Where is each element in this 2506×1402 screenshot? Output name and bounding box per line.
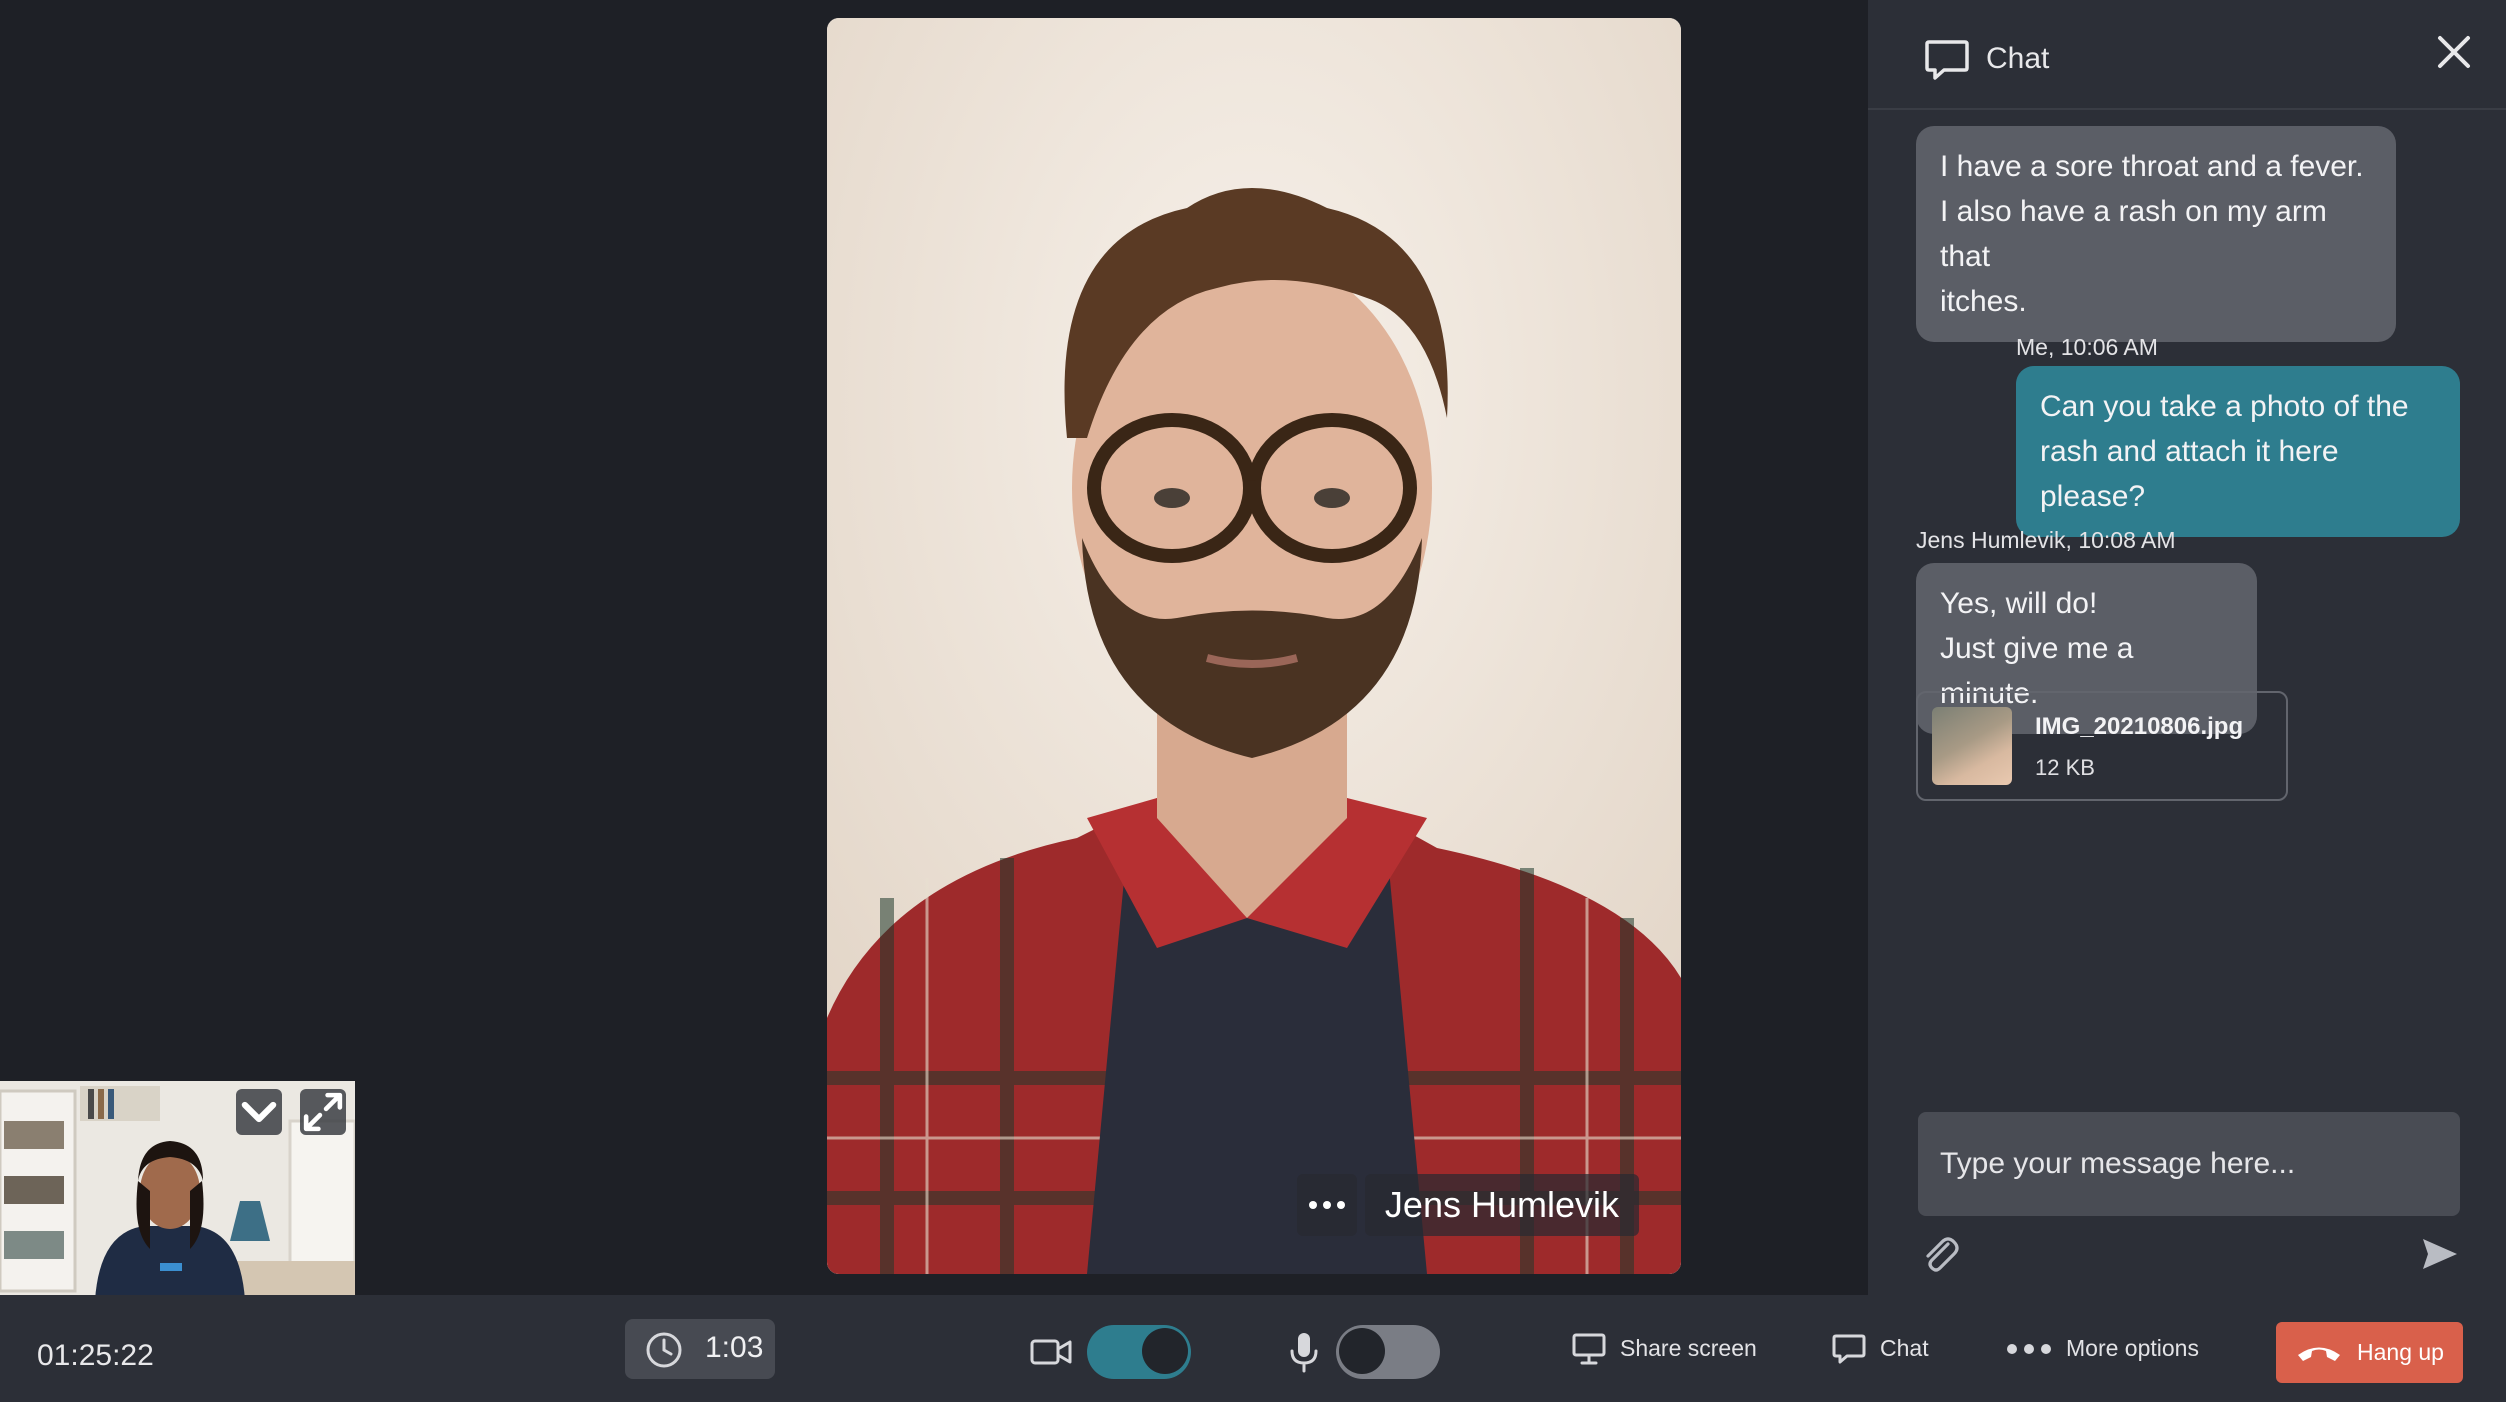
remote-participant-video xyxy=(827,18,1681,1274)
timer-chip[interactable]: 1:03 xyxy=(625,1319,775,1379)
clock-icon xyxy=(646,1332,682,1368)
camera-toggle[interactable] xyxy=(1087,1325,1191,1379)
message-line: I also have a rash on my arm that xyxy=(1940,195,2327,273)
chat-bubble-icon xyxy=(1832,1334,1866,1363)
hang-up-label: Hang up xyxy=(2357,1339,2444,1365)
chat-title: Chat xyxy=(1986,42,2050,75)
attachment-filename: IMG_20210806.jpg xyxy=(2035,713,2244,740)
remote-video-tile: Jens Humlevik xyxy=(827,18,1681,1274)
message-meta: Jens Humlevik, 10:08 AM xyxy=(1916,527,2176,553)
expand-icon xyxy=(303,1092,343,1132)
monitor-icon xyxy=(1572,1333,1606,1364)
more-options-label: More options xyxy=(2066,1335,2199,1361)
phone-hangup-icon xyxy=(2298,1347,2341,1361)
attachment-size: 12 KB xyxy=(2035,755,2095,780)
timer-value: 1:03 xyxy=(705,1331,764,1364)
more-options-button[interactable]: More options xyxy=(2006,1295,2199,1402)
participant-name: Jens Humlevik xyxy=(1364,1174,1639,1236)
hang-up-button[interactable]: Hang up xyxy=(2276,1322,2463,1383)
dot-icon xyxy=(1308,1201,1317,1209)
camera-icon xyxy=(1030,1339,1072,1365)
chat-button[interactable]: Chat xyxy=(1832,1295,1929,1402)
chevron-down-icon xyxy=(241,1101,277,1123)
participant-name-tag: Jens Humlevik xyxy=(1296,1174,1639,1236)
toggle-knob xyxy=(1339,1328,1385,1374)
minimize-self-view-button[interactable] xyxy=(236,1089,282,1135)
message-meta: Me, 10:06 AM xyxy=(2016,334,2158,360)
share-screen-label: Share screen xyxy=(1620,1335,1757,1361)
call-duration: 01:25:22 xyxy=(37,1339,154,1372)
self-view-video[interactable] xyxy=(0,1081,355,1300)
call-toolbar: 01:25:22 1:03 Share screen Chat More opt… xyxy=(0,1295,2506,1402)
dot-icon xyxy=(1322,1201,1331,1209)
close-icon[interactable] xyxy=(2434,32,2474,72)
more-dots-icon xyxy=(2007,1343,2051,1354)
chat-bubble-icon xyxy=(1925,40,1969,80)
message-line: itches. xyxy=(1940,285,2027,318)
share-screen-button[interactable]: Share screen xyxy=(1572,1295,1757,1402)
message-input[interactable] xyxy=(1918,1112,2460,1216)
file-attachment[interactable]: IMG_20210806.jpg 12 KB xyxy=(1916,691,2288,801)
microphone-icon xyxy=(1290,1333,1318,1373)
toggle-knob xyxy=(1142,1328,1188,1374)
microphone-toggle[interactable] xyxy=(1336,1325,1440,1379)
message-line: I have a sore throat and a fever. xyxy=(1940,150,2364,183)
chat-message-outgoing: Can you take a photo of the rash and att… xyxy=(2016,366,2460,537)
paperclip-icon[interactable] xyxy=(1920,1234,1960,1274)
chat-panel: Chat I have a sore throat and a fever. I… xyxy=(1868,0,2506,1295)
attachment-thumbnail xyxy=(1932,707,2012,785)
chat-label: Chat xyxy=(1880,1335,1929,1361)
message-line: rash and attach it here please? xyxy=(2040,435,2339,513)
message-line: Can you take a photo of the xyxy=(2040,390,2409,423)
chat-message-incoming: I have a sore throat and a fever. I also… xyxy=(1916,126,2396,342)
message-line: Yes, will do! xyxy=(1940,587,2098,620)
dot-icon xyxy=(1336,1201,1345,1209)
participant-options-button[interactable] xyxy=(1296,1174,1357,1236)
chat-header: Chat xyxy=(1868,0,2506,110)
expand-self-view-button[interactable] xyxy=(300,1089,346,1135)
send-icon[interactable] xyxy=(2420,1236,2460,1272)
